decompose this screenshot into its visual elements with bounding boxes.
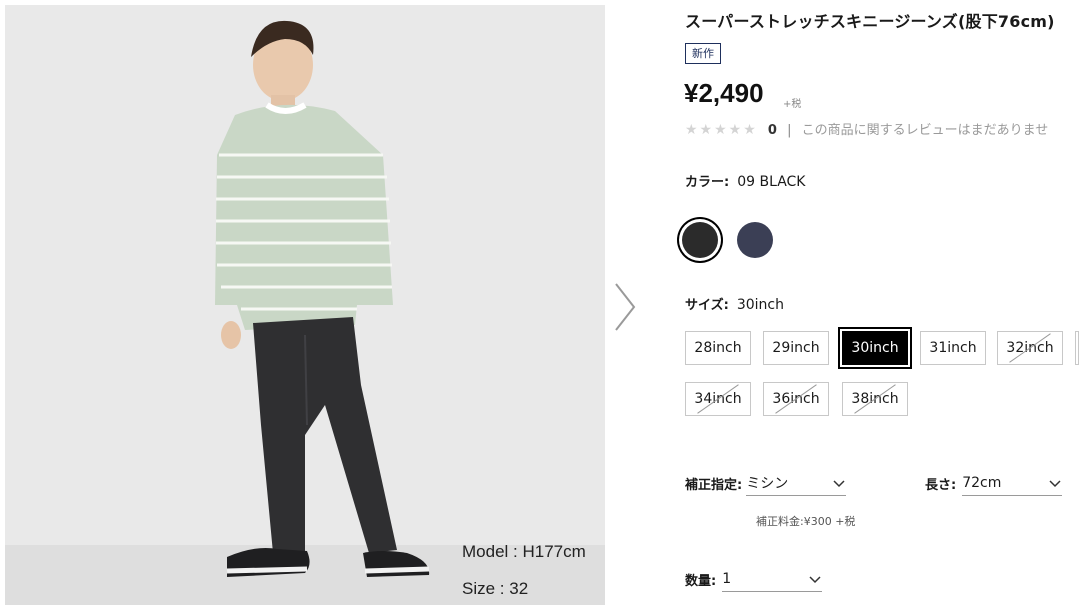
- chevron-right-icon: [615, 283, 636, 331]
- model-size-caption: Size : 32: [462, 579, 529, 598]
- product-price: ¥2,490: [684, 78, 764, 108]
- rating-separator: |: [787, 123, 792, 138]
- color-label: カラー:: [685, 175, 730, 190]
- chevron-down-icon: [809, 575, 821, 583]
- review-count[interactable]: 0: [768, 123, 777, 138]
- color-swatch-navy[interactable]: [737, 222, 773, 258]
- alteration-fee: 補正料金:¥300 +税: [756, 515, 856, 528]
- rating-row: ★★★★★ 0 | この商品に関するレビューはまだありませ: [685, 119, 1048, 138]
- chevron-down-icon: [1049, 479, 1061, 487]
- size-option-partial[interactable]: [1075, 331, 1079, 365]
- size-option-38[interactable]: 38inch: [842, 382, 908, 416]
- product-image: Model : H177cm Size : 32: [5, 5, 605, 605]
- alteration-value: ミシン: [746, 475, 789, 492]
- size-option-29[interactable]: 29inch: [763, 331, 829, 365]
- alteration-label: 補正指定:: [685, 477, 743, 493]
- size-option-30[interactable]: 30inch: [842, 331, 908, 365]
- quantity-select[interactable]: 1: [722, 566, 823, 592]
- quantity-label: 数量:: [685, 573, 717, 589]
- quantity-row: 数量: 1: [685, 566, 823, 592]
- size-option-32[interactable]: 32inch: [997, 331, 1063, 365]
- chevron-down-icon: [833, 479, 845, 487]
- color-selection: カラー: 09 BLACK: [685, 171, 805, 190]
- quantity-value: 1: [722, 570, 732, 587]
- model-height-caption: Model : H177cm: [462, 542, 586, 561]
- size-option-31[interactable]: 31inch: [920, 331, 986, 365]
- size-label: サイズ:: [685, 298, 729, 313]
- new-badge: 新作: [685, 43, 721, 64]
- next-image-button[interactable]: [612, 282, 638, 332]
- color-swatch-black[interactable]: [682, 222, 718, 258]
- color-value: 09 BLACK: [737, 174, 806, 190]
- size-value: 30inch: [736, 297, 784, 313]
- alteration-select[interactable]: ミシン: [746, 470, 847, 496]
- length-value: 72cm: [962, 474, 1002, 491]
- size-selection: サイズ: 30inch: [685, 294, 784, 313]
- model-illustration: [5, 20, 605, 605]
- alteration-row: 補正指定: ミシン: [685, 470, 847, 496]
- size-option-28[interactable]: 28inch: [685, 331, 751, 365]
- rating-stars-icon: ★★★★★: [685, 122, 758, 138]
- length-row: 長さ: 72cm: [925, 470, 1063, 496]
- product-title: スーパーストレッチスキニージーンズ(股下76cm): [685, 12, 1055, 31]
- length-select[interactable]: 72cm: [962, 470, 1063, 496]
- review-message: この商品に関するレビューはまだありませ: [801, 123, 1049, 138]
- tax-note: +税: [783, 99, 802, 110]
- size-option-36[interactable]: 36inch: [763, 382, 829, 416]
- size-option-34[interactable]: 34inch: [685, 382, 751, 416]
- length-label: 長さ:: [925, 477, 957, 493]
